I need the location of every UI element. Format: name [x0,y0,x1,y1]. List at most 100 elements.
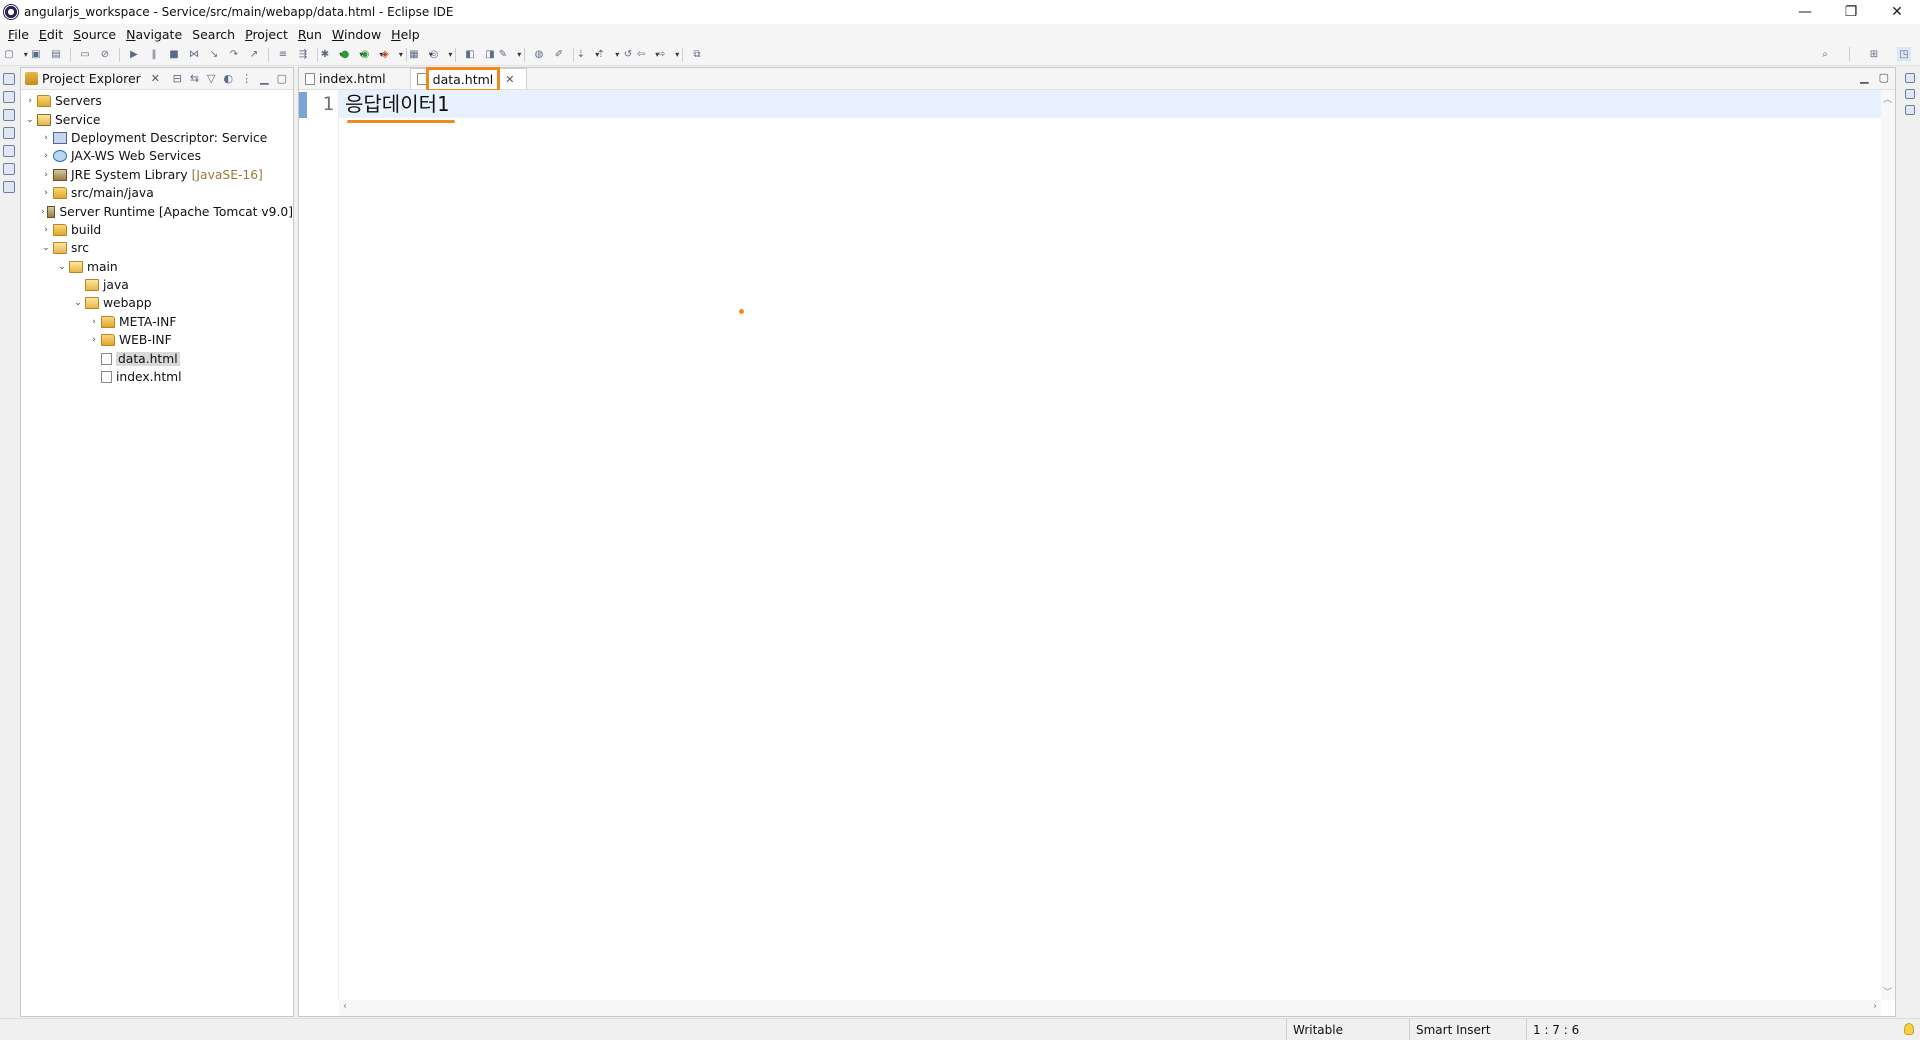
tree-item-src[interactable]: ⌄ src [21,239,293,257]
save-all-icon[interactable]: ▤ [49,48,63,62]
task-list-icon[interactable] [1905,105,1915,115]
pin-editor-icon[interactable]: ⧉ [690,48,704,62]
chevron-right-icon[interactable]: › [39,225,53,235]
jee-perspective-icon[interactable]: ◳ [1897,47,1911,61]
menu-run[interactable]: Run [294,27,328,42]
disconnect-icon[interactable]: ⋈ [187,48,201,62]
console-icon[interactable] [3,181,15,193]
chevron-right-icon[interactable]: › [39,170,53,180]
open-perspective-icon[interactable]: ⊞ [1867,47,1881,61]
lightbulb-icon[interactable] [1904,1023,1914,1035]
chevron-down-icon[interactable]: ⌄ [23,115,37,125]
tree-item-servers[interactable]: › Servers [21,92,293,110]
step-over-icon[interactable]: ↷ [227,48,241,62]
tree-item-build[interactable]: › build [21,221,293,239]
step-return-icon[interactable]: ↗ [247,48,261,62]
minimize-view-icon[interactable]: ▁ [260,72,268,85]
run-icon[interactable]: ● [341,48,359,62]
tab-project-explorer[interactable]: Project Explorer ✕ [25,71,160,86]
minimize-button[interactable]: — [1782,0,1828,24]
vertical-scrollbar[interactable]: ︿ ﹀ [1881,90,1895,1000]
link-with-editor-icon[interactable]: ⇆ [190,72,199,85]
tab-data-html[interactable]: data.html ✕ [409,66,528,92]
chevron-down-icon[interactable]: ⌄ [71,298,85,308]
use-step-filters-icon[interactable]: ⇶ [296,48,310,62]
previous-annotation-icon[interactable]: ⇡ [597,48,615,62]
menu-file[interactable]: File [4,27,35,42]
tree-item-main[interactable]: ⌄ main [21,258,293,276]
horizontal-scrollbar[interactable]: ‹ › [339,1000,1881,1016]
forward-icon[interactable]: ⇨ [657,48,675,62]
maximize-view-icon[interactable]: ▢ [1879,71,1889,84]
close-button[interactable]: ✕ [1874,0,1920,24]
focus-icon[interactable]: ◐ [224,72,234,85]
tree-item-deployment-descriptor[interactable]: › Deployment Descriptor: Service [21,129,293,147]
new-icon[interactable]: ▢ [4,48,23,62]
chevron-right-icon[interactable]: › [87,335,101,345]
chevron-down-icon[interactable]: ⌄ [39,243,53,253]
scroll-up-icon[interactable]: ︿ [1883,92,1892,105]
drop-to-frame-icon[interactable]: ≡ [276,48,290,62]
tree-item-java[interactable]: java [21,276,293,294]
scroll-right-icon[interactable]: › [1873,1001,1877,1012]
new-server-icon[interactable]: ▦ [409,48,428,62]
menu-search[interactable]: Search [188,27,241,42]
scroll-down-icon[interactable]: ﹀ [1883,985,1892,998]
data-source-icon[interactable] [3,145,15,157]
tree-item-index-html[interactable]: index.html [21,368,293,386]
tab-index-html[interactable]: index.html [299,68,398,89]
close-icon[interactable]: ✕ [505,73,514,86]
resume-icon[interactable]: ▶ [127,48,141,62]
menu-navigate[interactable]: Navigate [122,27,188,42]
terminate-icon[interactable]: ■ [167,48,181,62]
outline-view-icon[interactable] [1905,89,1915,99]
web-browser-icon[interactable]: ◍ [532,48,546,62]
tree-item-web-inf[interactable]: › WEB-INF [21,331,293,349]
tree-item-webapp[interactable]: ⌄ webapp [21,294,293,312]
menu-project[interactable]: Project [241,27,294,42]
restore-view-icon[interactable] [1905,73,1915,83]
tree-item-jre-library[interactable]: › JRE System Library [JavaSE-16] [21,166,293,184]
menu-source[interactable]: Source [69,27,122,42]
snippets-icon[interactable] [3,163,15,175]
open-type-icon[interactable]: ◧ [463,48,477,62]
menu-edit[interactable]: Edit [35,27,69,42]
external-tools-icon[interactable]: ◈ [381,48,399,62]
chevron-right-icon[interactable]: › [39,207,47,217]
chevron-right-icon[interactable]: › [39,133,53,143]
collapse-all-icon[interactable]: ⊟ [173,72,182,85]
filter-icon[interactable]: ▽ [207,72,215,85]
chevron-down-icon[interactable]: ⌄ [55,262,69,272]
minimize-view-icon[interactable]: ▁ [1860,71,1868,84]
coverage-icon[interactable]: ◉ [361,48,379,62]
open-resource-icon[interactable]: ✎ [499,48,517,62]
restore-view-icon[interactable] [3,73,15,85]
next-annotation-icon[interactable]: ⇣ [577,48,595,62]
code-line[interactable]: 응답데이터1 [339,90,1881,123]
menu-help[interactable]: Help [387,27,426,42]
new-web-project-icon[interactable]: ◎ [430,48,448,62]
restore-button[interactable]: ❐ [1828,0,1874,24]
menu-window[interactable]: Window [328,27,387,42]
step-into-icon[interactable]: ↘ [207,48,221,62]
code-text-area[interactable]: 응답데이터1 [339,90,1881,1000]
tree-item-server-runtime[interactable]: › Server Runtime [Apache Tomcat v9.0] [21,202,293,220]
skip-breakpoints-icon[interactable]: ⊘ [98,48,112,62]
chevron-right-icon[interactable]: › [39,188,53,198]
view-menu-icon[interactable]: ⋮ [241,72,252,85]
tree-item-src-main-java[interactable]: › src/main/java [21,184,293,202]
terminal-icon[interactable]: ▭ [78,48,92,62]
back-icon[interactable]: ⇦ [637,48,655,62]
search-icon[interactable]: ⌕ [1818,47,1832,61]
chevron-right-icon[interactable]: › [23,96,37,106]
tree-item-data-html[interactable]: data.html [21,349,293,367]
maximize-view-icon[interactable]: ▢ [277,72,287,85]
tree-item-meta-inf[interactable]: › META-INF [21,313,293,331]
chevron-right-icon[interactable]: › [39,151,53,161]
save-icon[interactable]: ▣ [29,48,43,62]
open-task-icon[interactable]: ◨ [483,48,497,62]
last-edit-location-icon[interactable]: ↺ [621,48,635,62]
debug-icon[interactable]: ✱ [321,48,339,62]
chevron-right-icon[interactable]: › [87,317,101,327]
suspend-icon[interactable]: ‖ [147,48,161,62]
